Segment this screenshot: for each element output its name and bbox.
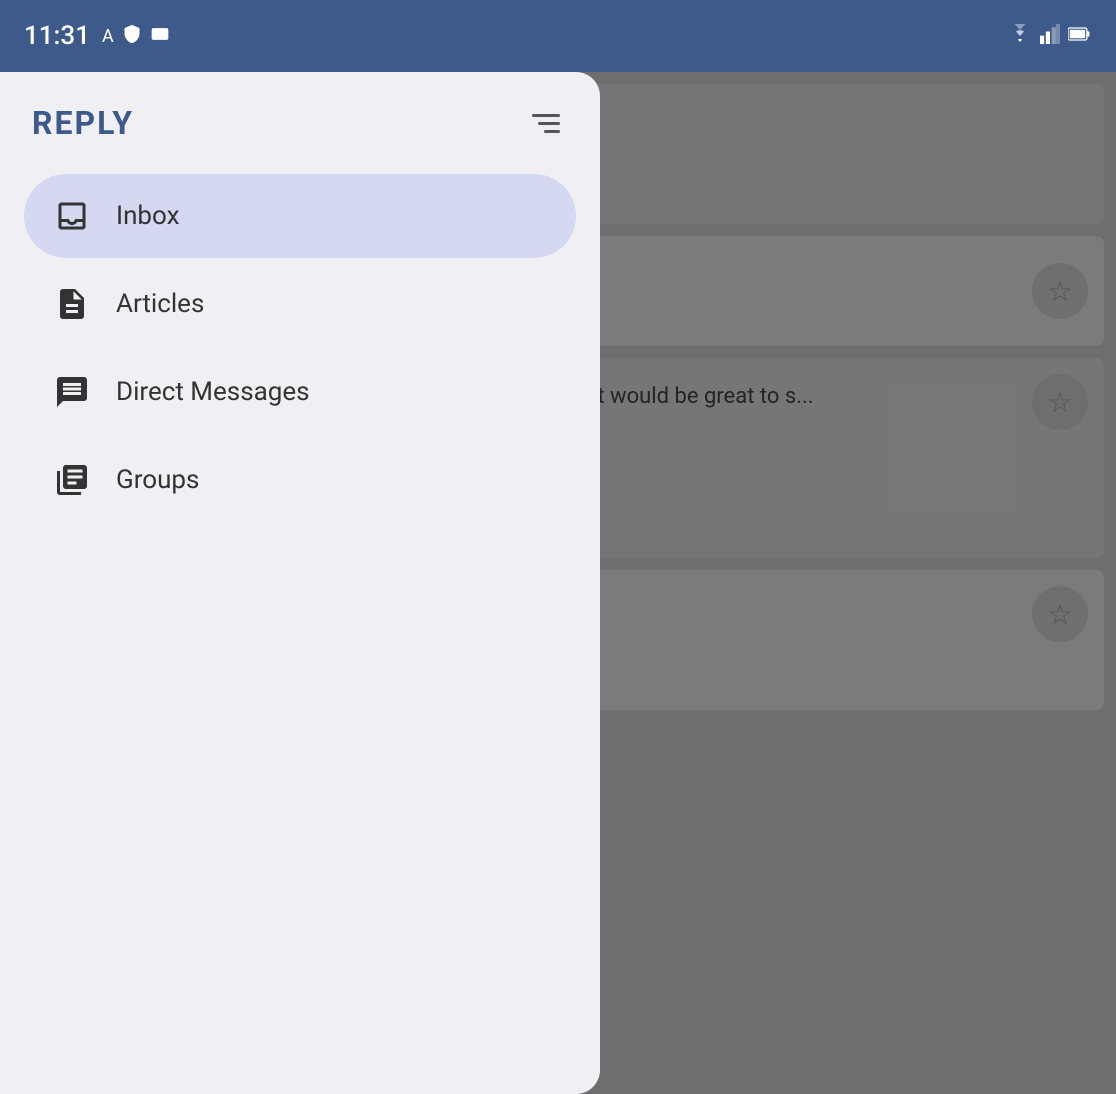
main-content: ☆ ☆ ds and was hoping to catch you for a… bbox=[0, 72, 1116, 1094]
articles-icon bbox=[52, 284, 92, 324]
direct-messages-label: Direct Messages bbox=[116, 377, 310, 407]
battery-icon bbox=[1068, 24, 1092, 48]
inbox-label: Inbox bbox=[116, 201, 180, 231]
wifi-icon bbox=[1008, 24, 1032, 48]
nav-item-articles[interactable]: Articles bbox=[24, 262, 576, 346]
nav-item-inbox[interactable]: Inbox bbox=[24, 174, 576, 258]
hamburger-line-3 bbox=[544, 130, 560, 133]
card-icon bbox=[150, 24, 170, 49]
status-left: 11:31 A bbox=[24, 21, 170, 51]
drawer-header: REPLY bbox=[24, 104, 576, 142]
close-drawer-button[interactable] bbox=[524, 106, 568, 141]
groups-label: Groups bbox=[116, 465, 199, 495]
messages-icon bbox=[52, 372, 92, 412]
inbox-icon bbox=[52, 196, 92, 236]
notification-icon-a: A bbox=[102, 26, 114, 47]
status-time: 11:31 bbox=[24, 21, 90, 51]
navigation-drawer: REPLY Inbox bbox=[0, 72, 600, 1094]
hamburger-line-2 bbox=[538, 122, 560, 125]
drawer-title: REPLY bbox=[32, 104, 134, 142]
status-bar: 11:31 A bbox=[0, 0, 1116, 72]
status-icons: A bbox=[102, 24, 170, 49]
shield-icon bbox=[122, 24, 142, 49]
groups-icon bbox=[52, 460, 92, 500]
hamburger-line-1 bbox=[532, 114, 560, 117]
signal-icon bbox=[1040, 24, 1060, 48]
nav-list: Inbox Articles Direct Messages bbox=[24, 174, 576, 522]
nav-item-direct-messages[interactable]: Direct Messages bbox=[24, 350, 576, 434]
status-right bbox=[1008, 24, 1092, 48]
nav-item-groups[interactable]: Groups bbox=[24, 438, 576, 522]
articles-label: Articles bbox=[116, 289, 204, 319]
